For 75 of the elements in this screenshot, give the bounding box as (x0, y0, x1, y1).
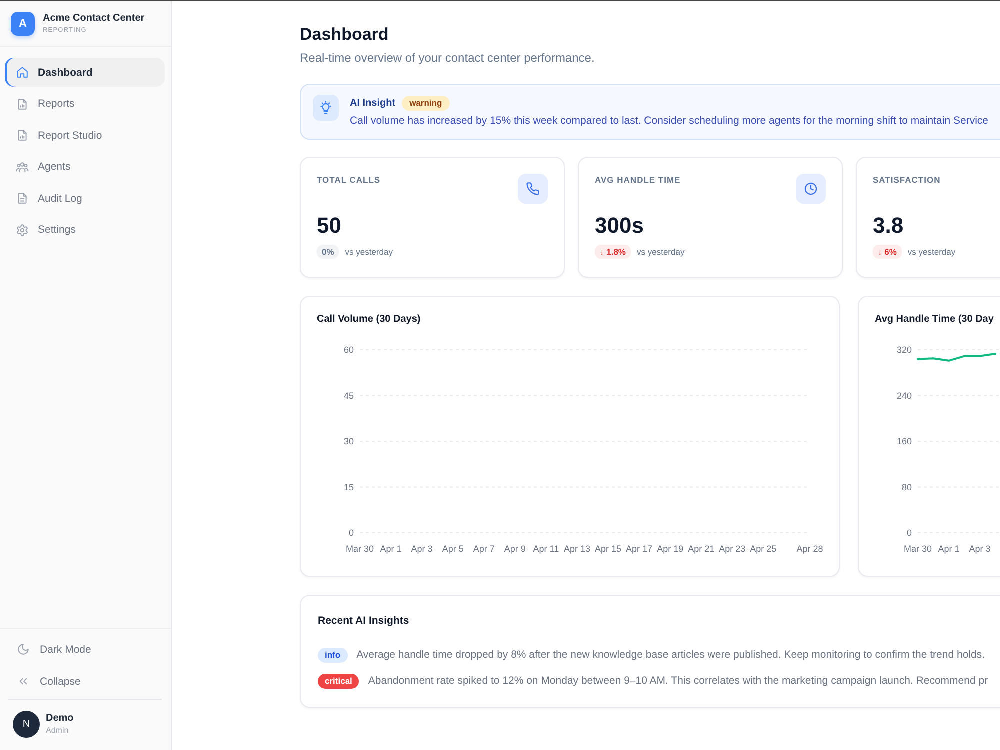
brand-logo: A (11, 12, 35, 36)
chart-title: Call Volume (30 Days) (317, 313, 422, 327)
change-badge: 0% (317, 245, 340, 259)
y-axis-label: 320 (896, 345, 912, 356)
file-chart-icon (16, 98, 29, 110)
x-axis-label: Apr 17 (626, 544, 653, 554)
nav-item[interactable]: Settings (5, 216, 165, 244)
x-axis-label: Apr 15 (595, 544, 622, 554)
x-axis-label: Apr 28 (796, 544, 824, 554)
stat-value: 300s (595, 213, 645, 239)
x-axis-label: Apr 19 (657, 544, 684, 554)
y-axis-label: 60 (344, 345, 354, 356)
x-axis-label: Mar 30 (346, 544, 374, 554)
x-axis-label: Apr 3 (411, 544, 433, 554)
user-avatar: N (13, 711, 40, 738)
brand-name: Acme Contact Center (43, 12, 145, 24)
comparison-note: vs yesterday (908, 247, 956, 257)
user-name: Demo (46, 713, 74, 725)
x-axis-label: Apr 5 (442, 544, 464, 554)
y-axis-label: 240 (896, 390, 912, 401)
users-icon (16, 160, 29, 174)
lightbulb-icon (313, 95, 339, 121)
insight-text: Call volume has increased by 15% this week compared to last. Consider scheduling more agents for the morning shift to maintain Service (350, 114, 988, 129)
severity-badge: critical (318, 674, 360, 688)
settings-icon (16, 224, 29, 236)
page-title: Dashboard (300, 24, 390, 46)
y-axis-label: 45 (344, 390, 354, 401)
comparison-note: vs yesterday (637, 247, 685, 257)
change-badge: ↓ 1.8% (595, 245, 631, 259)
nav-item[interactable]: Report Studio (5, 121, 165, 150)
stat-label: TOTAL CALLS (317, 175, 381, 186)
nav-item[interactable]: Agents (5, 152, 165, 182)
x-axis-label: Mar 30 (904, 544, 932, 554)
dark-mode-toggle[interactable]: Dark Mode (5, 635, 165, 664)
stat-label: SATISFACTION (873, 175, 941, 186)
phone-icon (518, 174, 548, 204)
collapse-button[interactable]: Collapse (5, 667, 165, 696)
x-axis-label: Apr 1 (380, 544, 402, 554)
y-axis-label: 80 (902, 482, 912, 492)
stat-label: AVG HANDLE TIME (595, 175, 681, 186)
x-axis-label: Apr 21 (688, 544, 715, 554)
insight-text: Abandonment rate spiked to 12% on Monday between 9–10 AM. This correlates with the marketing campaign launch. Recommend pr (368, 675, 988, 687)
comparison-note: vs yesterday (345, 247, 394, 257)
home-icon (16, 66, 29, 79)
severity-badge: info (318, 648, 348, 662)
y-axis-label: 0 (906, 528, 912, 538)
x-axis-label: Apr 25 (750, 544, 777, 554)
y-axis-label: 160 (896, 436, 912, 447)
stat-value: 50 (317, 213, 342, 239)
user-role: Admin (46, 725, 70, 736)
insight-text: Average handle time dropped by 8% after the new knowledge base articles were published. Keep monitoring to confirm the trend holds. (356, 649, 986, 661)
file-chart-icon (16, 129, 29, 142)
y-axis-label: 15 (344, 482, 354, 492)
y-axis-label: 0 (348, 528, 354, 538)
x-axis-label: Apr 13 (564, 544, 590, 554)
card-title: Recent AI Insights (318, 614, 410, 628)
x-axis-label: Apr 3 (969, 544, 991, 554)
insight-title: AI Insight (350, 98, 396, 108)
document-icon (16, 192, 29, 205)
change-badge: ↓ 6% (873, 245, 902, 259)
x-axis-label: Apr 23 (719, 544, 746, 554)
chart-title: Avg Handle Time (30 Day (875, 313, 995, 327)
nav-item[interactable]: Reports (5, 90, 165, 118)
severity-badge: warning (402, 96, 450, 110)
y-axis-label: 30 (344, 436, 354, 447)
x-axis-label: Apr 9 (504, 544, 526, 554)
clock-icon (796, 174, 826, 204)
nav-item[interactable]: Audit Log (5, 184, 165, 213)
x-axis-label: Apr 7 (473, 544, 495, 554)
moon-icon (17, 643, 30, 656)
x-axis-label: Apr 11 (533, 544, 560, 554)
nav-item[interactable]: Dashboard (5, 58, 165, 87)
x-axis-label: Apr 1 (938, 544, 960, 554)
stat-value: 3.8 (873, 213, 905, 239)
page-subtitle: Real-time overview of your contact center performance. (300, 50, 596, 66)
